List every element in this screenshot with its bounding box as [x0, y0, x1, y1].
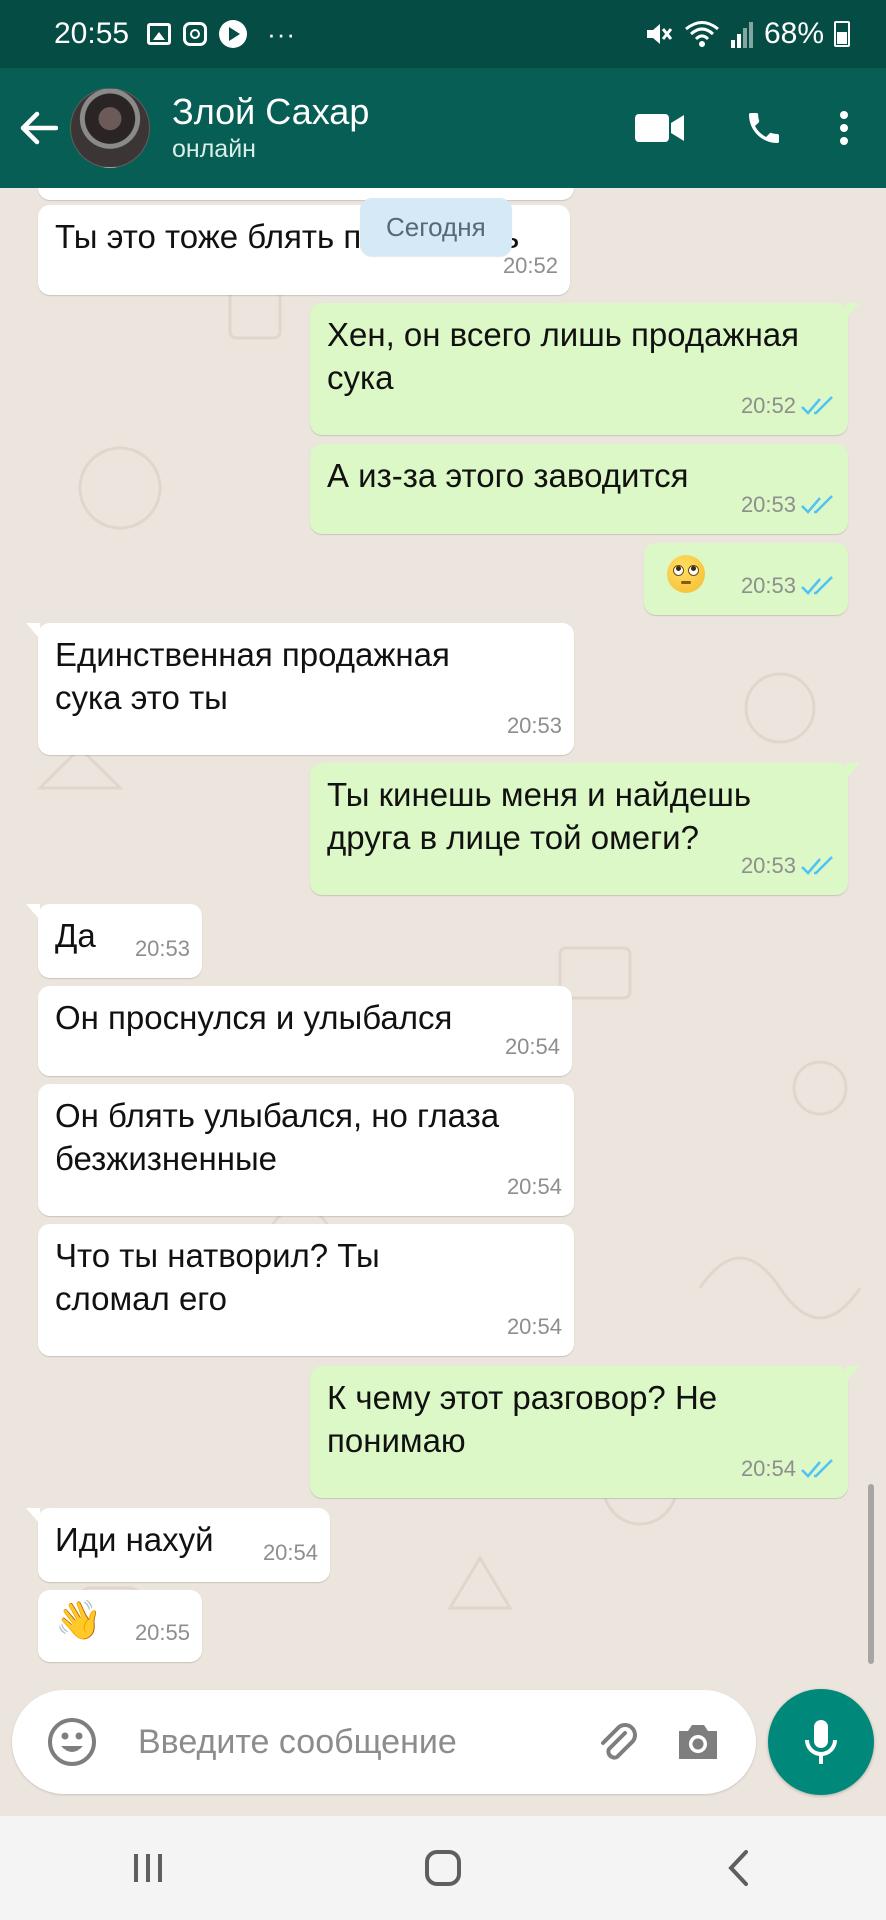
home-icon: [424, 1850, 461, 1886]
message-outgoing[interactable]: А из-за этого заводится 20:53: [310, 444, 848, 534]
video-call-button[interactable]: [604, 88, 716, 168]
bubble-tail: [26, 904, 40, 920]
message-incoming[interactable]: Единственная продажная сука это ты 20:53: [26, 623, 574, 755]
message-input[interactable]: Введите сообщение: [12, 1690, 756, 1794]
message-meta: 20:53: [741, 564, 836, 607]
more-notifications-icon: ···: [267, 18, 297, 49]
home-button[interactable]: [383, 1828, 503, 1908]
message-time: 20:54: [740, 1456, 796, 1481]
read-ticks-icon: [801, 1458, 833, 1478]
header-actions: [604, 88, 886, 168]
message-incoming[interactable]: Да 20:53: [26, 904, 202, 978]
more-vert-icon: [840, 111, 848, 145]
bubble-tail: [26, 1508, 40, 1524]
avatar[interactable]: [70, 88, 150, 168]
read-ticks-icon: [801, 575, 833, 595]
chat-header: Злой Сахар онлайн: [0, 68, 886, 188]
status-bar: 20:55 ··· 68%: [0, 0, 886, 68]
message-placeholder: Введите сообщение: [138, 1722, 457, 1761]
camera-button[interactable]: [658, 1721, 738, 1763]
message-meta: 20:53: [741, 844, 836, 887]
message-time: 20:53: [740, 573, 796, 598]
play-icon: [219, 20, 248, 48]
bubble-tail: [846, 1366, 860, 1382]
scrollbar[interactable]: [868, 1484, 874, 1664]
mute-icon: [646, 24, 673, 44]
message-incoming[interactable]: Он блять улыбался, но глаза безжизненные…: [38, 1084, 574, 1216]
message-meta: 20:54: [741, 1447, 836, 1490]
message-meta: 20:53: [741, 483, 836, 526]
camera-icon: [679, 1725, 717, 1759]
message-composer: Введите сообщение: [0, 1680, 886, 1816]
wifi-icon: [685, 21, 719, 47]
message-incoming-emoji[interactable]: 👋 20:55: [38, 1590, 202, 1662]
voice-call-button[interactable]: [716, 88, 812, 168]
message-incoming[interactable]: Он проснулся и улыбался 20:54: [38, 986, 572, 1076]
rolling-eyes-emoji-icon: [667, 555, 705, 593]
read-ticks-icon: [801, 494, 833, 514]
bubble-tail: [846, 763, 860, 779]
contact-info[interactable]: Злой Сахар онлайн: [172, 91, 369, 165]
message-time: 20:54: [506, 1174, 562, 1199]
message-time: 20:52: [740, 393, 796, 418]
chevron-left-icon: [728, 1850, 749, 1886]
message-outgoing-emoji[interactable]: 20:53: [644, 543, 848, 615]
paperclip-icon: [601, 1723, 637, 1760]
emoji-icon: [48, 1718, 96, 1766]
signal-icon: [730, 22, 753, 48]
message-time: 20:54: [504, 1034, 560, 1059]
chat-area[interactable]: Ты это тоже блять понимаешь 20:52 Сегодн…: [0, 188, 886, 1680]
bubble-tail: [26, 623, 40, 639]
bubble-tail: [846, 303, 860, 319]
message-time: 20:53: [740, 853, 796, 878]
instagram-icon: [183, 22, 208, 46]
message-outgoing[interactable]: Хен, он всего лишь продажная сука 20:52: [310, 303, 860, 435]
status-notification-icons: ···: [147, 19, 296, 50]
message-time: 20:54: [262, 1540, 318, 1565]
message-time: 20:54: [506, 1314, 562, 1339]
gallery-icon: [147, 23, 172, 45]
battery-icon: [834, 21, 850, 47]
message-text: Единственная продажная сука это ты: [55, 636, 450, 716]
message-time: 20:53: [134, 936, 190, 961]
message-time: 20:53: [506, 713, 562, 738]
emoji-button[interactable]: [32, 1717, 112, 1767]
message-text: Он проснулся и улыбался: [55, 999, 453, 1036]
waving-hand-emoji-icon: 👋: [55, 1600, 103, 1642]
message-text: Что ты натворил? Ты сломал его: [55, 1237, 380, 1317]
status-time: 20:55: [54, 17, 130, 50]
message-time: 20:53: [740, 492, 796, 517]
battery-level: 68%: [763, 17, 824, 50]
message-outgoing[interactable]: Ты кинешь меня и найдешь друга в лице то…: [310, 763, 860, 895]
attach-button[interactable]: [578, 1719, 658, 1765]
contact-name: Злой Сахар: [172, 91, 370, 132]
video-call-icon: [635, 114, 684, 142]
message-incoming[interactable]: Иди нахуй 20:54: [26, 1508, 330, 1582]
back-nav-button[interactable]: [678, 1828, 798, 1908]
recent-apps-button[interactable]: [88, 1828, 208, 1908]
microphone-icon: [805, 1720, 837, 1764]
read-ticks-icon: [801, 395, 833, 415]
more-options-button[interactable]: [812, 88, 876, 168]
message-time: 20:52: [502, 253, 558, 278]
back-button[interactable]: [8, 97, 70, 159]
message-incoming[interactable]: Что ты натворил? Ты сломал его 20:54: [38, 1224, 574, 1356]
phone-call-icon: [749, 113, 779, 143]
message-outgoing[interactable]: К чему этот разговор? Не понимаю 20:54: [310, 1366, 860, 1498]
date-chip: Сегодня: [360, 198, 512, 256]
contact-status: онлайн: [172, 135, 256, 163]
message-time: 20:55: [134, 1620, 190, 1645]
voice-record-button[interactable]: [768, 1689, 874, 1795]
read-ticks-icon: [801, 855, 833, 875]
message-meta: 20:52: [741, 384, 836, 427]
message-text: Он блять улыбался, но глаза безжизненные: [55, 1097, 500, 1177]
system-navigation-bar: [0, 1816, 886, 1920]
status-system-icons: 68%: [644, 17, 850, 51]
recent-apps-icon: [133, 1854, 162, 1882]
message-text: К чему этот разговор? Не понимаю: [327, 1379, 718, 1459]
arrow-back-icon: [20, 111, 58, 145]
